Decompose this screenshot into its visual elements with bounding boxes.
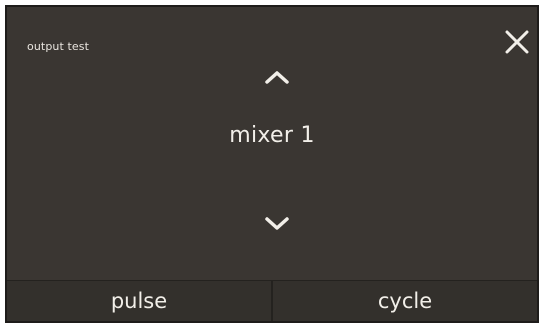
screen-title: output test bbox=[27, 40, 90, 53]
chevron-up-icon bbox=[265, 71, 289, 84]
scroll-up-button[interactable] bbox=[259, 65, 295, 89]
close-icon bbox=[505, 30, 529, 54]
scroll-down-button[interactable] bbox=[259, 212, 295, 236]
chevron-down-icon bbox=[265, 217, 289, 230]
output-test-screen: output test mixer 1 pulse cycle bbox=[5, 5, 539, 323]
selected-output-label: mixer 1 bbox=[229, 123, 315, 148]
bottom-action-bar: pulse cycle bbox=[7, 280, 537, 321]
cycle-button[interactable]: cycle bbox=[271, 281, 537, 321]
close-button[interactable] bbox=[502, 27, 532, 57]
pulse-button[interactable]: pulse bbox=[7, 281, 271, 321]
